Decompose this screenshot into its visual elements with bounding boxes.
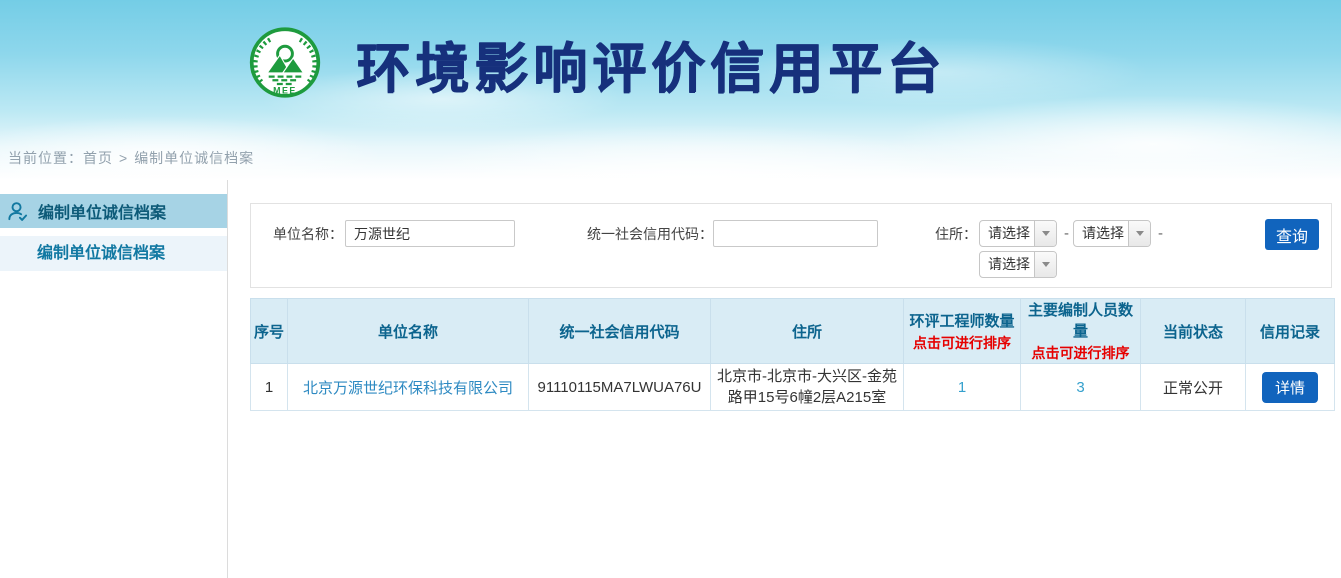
breadcrumb: 当前位置：首页 > 编制单位诚信档案 <box>8 148 254 168</box>
sort-hint: 点击可进行排序 <box>904 333 1020 353</box>
table-header-row: 序号 单位名称 统一社会信用代码 住所 环评工程师数量 点击可进行排序 主要编制… <box>251 299 1335 364</box>
col-credit-code: 统一社会信用代码 <box>529 299 711 364</box>
search-button[interactable]: 查询 <box>1265 219 1319 250</box>
cell-staff-count: 3 <box>1021 364 1141 411</box>
cell-credit-record: 详情 <box>1246 364 1335 411</box>
city-select-value: 请选择 <box>1074 221 1128 246</box>
chevron-down-icon[interactable] <box>1034 252 1056 277</box>
content-area: 编制单位诚信档案 编制单位诚信档案 单位名称： 统一社会信用代码： 住所： 请选… <box>0 180 1341 578</box>
credit-code-label: 统一社会信用代码： <box>587 220 713 248</box>
cell-index: 1 <box>251 364 288 411</box>
col-credit-record: 信用记录 <box>1246 299 1335 364</box>
company-name-label: 单位名称： <box>273 220 343 248</box>
address-dash-1: - <box>1064 220 1069 248</box>
breadcrumb-current: 编制单位诚信档案 <box>134 150 254 166</box>
svg-text:MEE: MEE <box>273 85 297 95</box>
staff-count-link[interactable]: 3 <box>1076 379 1084 396</box>
address-dash-2: - <box>1158 220 1163 248</box>
sidebar-item-label: 编制单位诚信档案 <box>38 199 166 223</box>
sidebar-item-archive[interactable]: 编制单位诚信档案 <box>0 236 227 271</box>
breadcrumb-label: 当前位置： <box>8 150 83 166</box>
col-index: 序号 <box>251 299 288 364</box>
province-select-value: 请选择 <box>980 221 1034 246</box>
sidebar-item-archive-parent[interactable]: 编制单位诚信档案 <box>0 194 227 228</box>
search-panel: 单位名称： 统一社会信用代码： 住所： 请选择 - 请选择 - 请选择 查询 <box>250 203 1332 288</box>
site-header: MEE 环境影响评价信用平台 当前位置：首页 > 编制单位诚信档案 <box>0 0 1341 180</box>
col-staff-count-label: 主要编制人员数量 <box>1021 299 1140 341</box>
credit-code-input[interactable] <box>713 220 878 247</box>
col-company: 单位名称 <box>288 299 529 364</box>
table-row: 1 北京万源世纪环保科技有限公司 91110115MA7LWUA76U 北京市-… <box>251 364 1335 411</box>
engineer-count-link[interactable]: 1 <box>958 379 966 396</box>
company-name-input[interactable] <box>345 220 515 247</box>
brand: MEE 环境影响评价信用平台 <box>248 24 946 103</box>
cell-credit-code: 91110115MA7LWUA76U <box>529 364 711 411</box>
cell-company: 北京万源世纪环保科技有限公司 <box>288 364 529 411</box>
cell-engineer-count: 1 <box>904 364 1021 411</box>
person-check-icon <box>6 200 29 223</box>
col-engineer-count-label: 环评工程师数量 <box>904 310 1020 331</box>
sidebar: 编制单位诚信档案 编制单位诚信档案 <box>0 180 228 578</box>
breadcrumb-home-link[interactable]: 首页 <box>83 150 113 166</box>
address-label: 住所： <box>935 220 977 248</box>
detail-button[interactable]: 详情 <box>1262 372 1318 403</box>
company-link[interactable]: 北京万源世纪环保科技有限公司 <box>303 380 513 397</box>
breadcrumb-separator: > <box>119 150 128 166</box>
district-select-value: 请选择 <box>980 252 1034 277</box>
province-select[interactable]: 请选择 <box>979 220 1057 247</box>
chevron-down-icon[interactable] <box>1034 221 1056 246</box>
cell-status: 正常公开 <box>1141 364 1246 411</box>
cell-address: 北京市-北京市-大兴区-金苑路甲15号6幢2层A215室 <box>711 364 904 411</box>
col-address: 住所 <box>711 299 904 364</box>
mee-logo: MEE <box>248 26 322 102</box>
sort-hint: 点击可进行排序 <box>1021 343 1140 363</box>
col-staff-count-sortable[interactable]: 主要编制人员数量 点击可进行排序 <box>1021 299 1141 364</box>
col-status: 当前状态 <box>1141 299 1246 364</box>
page-title: 环境影响评价信用平台 <box>356 24 946 103</box>
district-select[interactable]: 请选择 <box>979 251 1057 278</box>
col-engineer-count-sortable[interactable]: 环评工程师数量 点击可进行排序 <box>904 299 1021 364</box>
results-table: 序号 单位名称 统一社会信用代码 住所 环评工程师数量 点击可进行排序 主要编制… <box>250 298 1335 411</box>
chevron-down-icon[interactable] <box>1128 221 1150 246</box>
main-panel: 单位名称： 统一社会信用代码： 住所： 请选择 - 请选择 - 请选择 查询 <box>250 180 1334 578</box>
city-select[interactable]: 请选择 <box>1073 220 1151 247</box>
